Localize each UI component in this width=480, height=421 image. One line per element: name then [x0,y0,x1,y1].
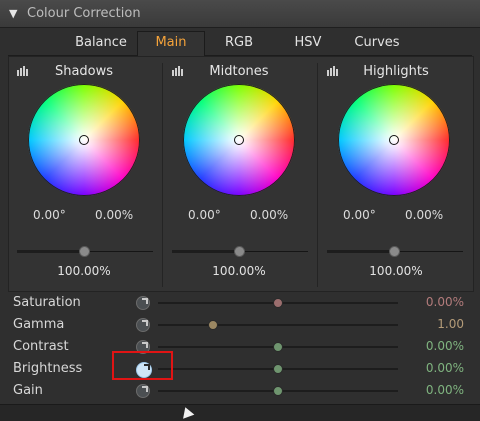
contrast-row: Contrast 0.00% [0,336,480,358]
keyframe-dial-icon[interactable] [136,384,150,398]
saturation-slider[interactable] [158,298,398,308]
wheel-values: 0.00° 0.00% [319,208,473,224]
gamma-row: Gamma 1.00 [0,314,480,336]
saturation-value[interactable]: 0.00% [95,208,133,222]
saturation-row: Saturation 0.00% [0,292,480,314]
brightness-value[interactable]: 0.00% [426,361,464,375]
triangle-down-icon[interactable]: ▼ [9,7,17,20]
gain-value[interactable]: 0.00% [426,383,464,397]
tab-balance[interactable]: Balance [68,32,134,56]
panel-title: Colour Correction [27,6,141,21]
wheel-values: 0.00° 0.00% [9,208,159,224]
highlights-color-wheel[interactable] [338,84,450,196]
wheel-values: 0.00° 0.00% [164,208,314,224]
slider-thumb[interactable] [389,246,400,257]
panel-header[interactable]: ▼ Colour Correction [0,0,480,28]
gain-slider[interactable] [158,386,398,396]
brightness-label: Brightness [13,361,83,376]
column-divider [162,63,163,287]
highlight-box [112,351,173,380]
tab-bar: Balance Main RGB HSV Curves [0,28,480,56]
tab-curves[interactable]: Curves [344,32,410,56]
saturation-value[interactable]: 0.00% [426,295,464,309]
level-percent[interactable]: 100.00% [319,264,473,278]
contrast-value[interactable]: 0.00% [426,339,464,353]
wheel-title: Highlights [363,64,429,79]
level-percent[interactable]: 100.00% [9,264,159,278]
tab-hsv[interactable]: HSV [275,32,341,56]
color-wheels-area: Shadows 0.00° 0.00% 100.00% Midtones 0.0… [8,56,474,292]
highlights-column: Highlights 0.00° 0.00% 100.00% [319,57,473,291]
keyframe-dial-icon[interactable] [136,318,150,332]
saturation-value[interactable]: 0.00% [250,208,288,222]
midtones-column: Midtones 0.00° 0.00% 100.00% [164,57,314,291]
slider-thumb[interactable] [234,246,245,257]
wheel-title: Shadows [54,64,114,79]
adjustment-sliders: Saturation 0.00% Gamma 1.00 Contrast 0.0… [0,292,480,404]
colour-correction-panel: ▼ Colour Correction Balance Main RGB HSV… [0,0,480,421]
slider-thumb[interactable] [273,298,283,308]
slider-thumb[interactable] [273,364,283,374]
gain-label: Gain [13,383,43,398]
brightness-slider[interactable] [158,364,398,374]
contrast-slider[interactable] [158,342,398,352]
saturation-value[interactable]: 0.00% [405,208,443,222]
panel-footer [0,404,480,421]
slider-thumb[interactable] [208,320,219,330]
shadows-column: Shadows 0.00° 0.00% 100.00% [9,57,159,291]
wheel-handle[interactable] [389,135,399,145]
slider-thumb[interactable] [273,386,283,396]
hue-value[interactable]: 0.00° [343,208,376,222]
gamma-slider[interactable] [158,320,398,330]
midtones-level-slider[interactable] [172,246,308,257]
hue-value[interactable]: 0.00° [188,208,221,222]
saturation-label: Saturation [13,295,81,310]
slider-thumb[interactable] [79,246,90,257]
brightness-row: Brightness 0.00% [0,358,480,380]
level-percent[interactable]: 100.00% [164,264,314,278]
shadows-color-wheel[interactable] [28,84,140,196]
wheel-title: Midtones [209,64,269,79]
tab-main[interactable]: Main [137,31,205,56]
hue-value[interactable]: 0.00° [33,208,66,222]
slider-thumb[interactable] [273,342,283,352]
column-divider [317,63,318,287]
wheel-handle[interactable] [234,135,244,145]
midtones-color-wheel[interactable] [183,84,295,196]
gamma-label: Gamma [13,317,65,332]
gamma-value[interactable]: 1.00 [437,317,464,331]
contrast-label: Contrast [13,339,69,354]
wheel-handle[interactable] [79,135,89,145]
shadows-level-slider[interactable] [17,246,153,257]
keyframe-dial-icon[interactable] [136,296,150,310]
gain-row: Gain 0.00% [0,380,480,402]
tab-rgb[interactable]: RGB [206,32,272,56]
highlights-level-slider[interactable] [327,246,463,257]
